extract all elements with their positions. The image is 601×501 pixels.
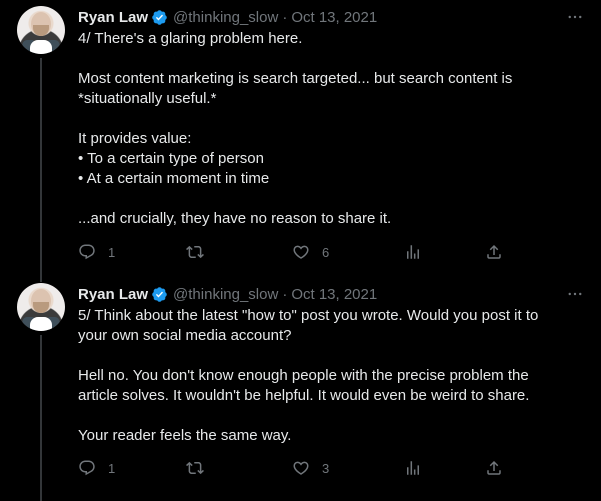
text-line: • To a certain type of person: [78, 150, 264, 167]
reply-count: 1: [108, 244, 116, 260]
like-count: 3: [322, 460, 330, 476]
tweet-1[interactable]: Ryan Law @thinking_slow · Oct 13, 2021 4…: [0, 0, 601, 270]
tweet-date[interactable]: Oct 13, 2021: [291, 286, 377, 303]
retweet-icon: [186, 461, 204, 475]
text-line: 4/ There's a glaring problem here.: [78, 30, 303, 47]
heart-icon: [293, 245, 309, 259]
author-handle[interactable]: @thinking_slow: [173, 9, 278, 26]
text-line: Hell no. You don't know enough people wi…: [78, 367, 529, 384]
share-icon: [487, 460, 501, 475]
reply-count: 1: [108, 460, 116, 476]
verified-badge-icon: [152, 9, 167, 25]
text-line: It provides value:: [78, 130, 192, 147]
retweet-icon: [186, 245, 204, 259]
text-line: [78, 49, 588, 69]
views-button[interactable]: [404, 242, 422, 262]
text-line: [78, 109, 588, 129]
tweet-header: Ryan Law @thinking_slow · Oct 13, 2021: [78, 6, 377, 28]
heart-icon: [293, 461, 309, 475]
text-line: [78, 406, 588, 426]
share-icon: [487, 244, 501, 259]
thread-line: [40, 335, 42, 501]
analytics-icon: [407, 461, 419, 475]
share-button[interactable]: [485, 458, 503, 478]
thread-line: [40, 270, 42, 282]
text-line: your own social media account?: [78, 327, 292, 344]
reply-button[interactable]: 1: [78, 242, 115, 262]
text-line: article solves. It wouldn't be helpful. …: [78, 387, 530, 404]
analytics-icon: [407, 245, 419, 259]
separator-dot: ·: [282, 285, 288, 303]
text-line: 5/ Think about the latest "how to" post …: [78, 307, 539, 324]
text-line: [78, 346, 588, 366]
text-line: • At a certain moment in time: [78, 170, 270, 187]
reply-icon: [79, 460, 95, 476]
more-options-icon[interactable]: [566, 285, 584, 303]
author-name[interactable]: Ryan Law: [78, 286, 148, 303]
tweet-date[interactable]: Oct 13, 2021: [291, 9, 377, 26]
tweet-header: Ryan Law @thinking_slow · Oct 13, 2021: [78, 283, 377, 305]
separator-dot: ·: [282, 8, 288, 26]
reply-button[interactable]: 1: [78, 458, 115, 478]
text-line: [78, 189, 588, 209]
share-button[interactable]: [485, 242, 503, 262]
action-bar: 1 6: [78, 242, 508, 262]
avatar[interactable]: [17, 6, 65, 54]
text-line: ...and crucially, they have no reason to…: [78, 210, 392, 227]
reply-icon: [79, 244, 95, 260]
retweet-button[interactable]: [186, 242, 216, 262]
views-button[interactable]: [404, 458, 422, 478]
action-bar: 1 3: [78, 458, 508, 478]
tweet-text: 4/ There's a glaring problem here. Most …: [78, 29, 588, 229]
text-line: Most content marketing is search targete…: [78, 70, 513, 87]
like-button[interactable]: 3: [292, 458, 329, 478]
author-name[interactable]: Ryan Law: [78, 9, 148, 26]
verified-badge-icon: [152, 286, 167, 302]
text-line: *situationally useful.*: [78, 90, 217, 107]
avatar[interactable]: [17, 283, 65, 331]
like-count: 6: [322, 244, 330, 260]
more-options-icon[interactable]: [566, 8, 584, 26]
author-handle[interactable]: @thinking_slow: [173, 286, 278, 303]
text-line: Your reader feels the same way.: [78, 427, 292, 444]
tweet-text: 5/ Think about the latest "how to" post …: [78, 306, 588, 446]
like-button[interactable]: 6: [292, 242, 329, 262]
thread-line: [40, 58, 42, 270]
tweet-2[interactable]: Ryan Law @thinking_slow · Oct 13, 2021 5…: [0, 270, 601, 501]
retweet-button[interactable]: [186, 458, 216, 478]
